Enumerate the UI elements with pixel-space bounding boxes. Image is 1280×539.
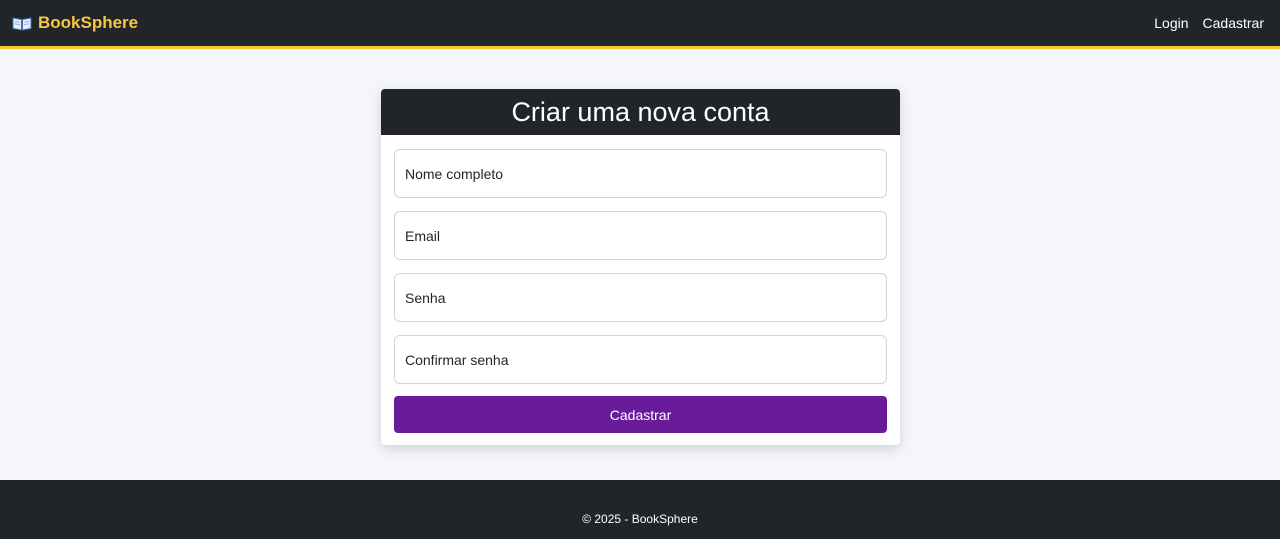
form-title: Criar uma nova conta xyxy=(511,96,770,127)
card-header: Criar uma nova conta xyxy=(381,89,900,135)
footer-copyright: © 2025 - BookSphere xyxy=(582,511,698,526)
top-navbar: BookSphere Login Cadastrar xyxy=(0,0,1280,49)
nav-links: Login Cadastrar xyxy=(1154,15,1264,31)
nav-register-link[interactable]: Cadastrar xyxy=(1203,15,1264,31)
email-input[interactable] xyxy=(394,211,887,260)
password-input[interactable] xyxy=(394,273,887,322)
brand-link[interactable]: BookSphere xyxy=(12,13,138,33)
open-book-icon xyxy=(12,15,32,31)
brand-name: BookSphere xyxy=(38,13,139,32)
full-name-input[interactable] xyxy=(394,149,887,198)
confirm-password-input[interactable] xyxy=(394,335,887,384)
nav-login-link[interactable]: Login xyxy=(1154,15,1188,31)
register-form: Cadastrar xyxy=(381,135,900,433)
page-footer: © 2025 - BookSphere xyxy=(0,480,1280,539)
register-card: Criar uma nova conta Cadastrar xyxy=(381,89,900,445)
register-submit-button[interactable]: Cadastrar xyxy=(394,396,887,433)
